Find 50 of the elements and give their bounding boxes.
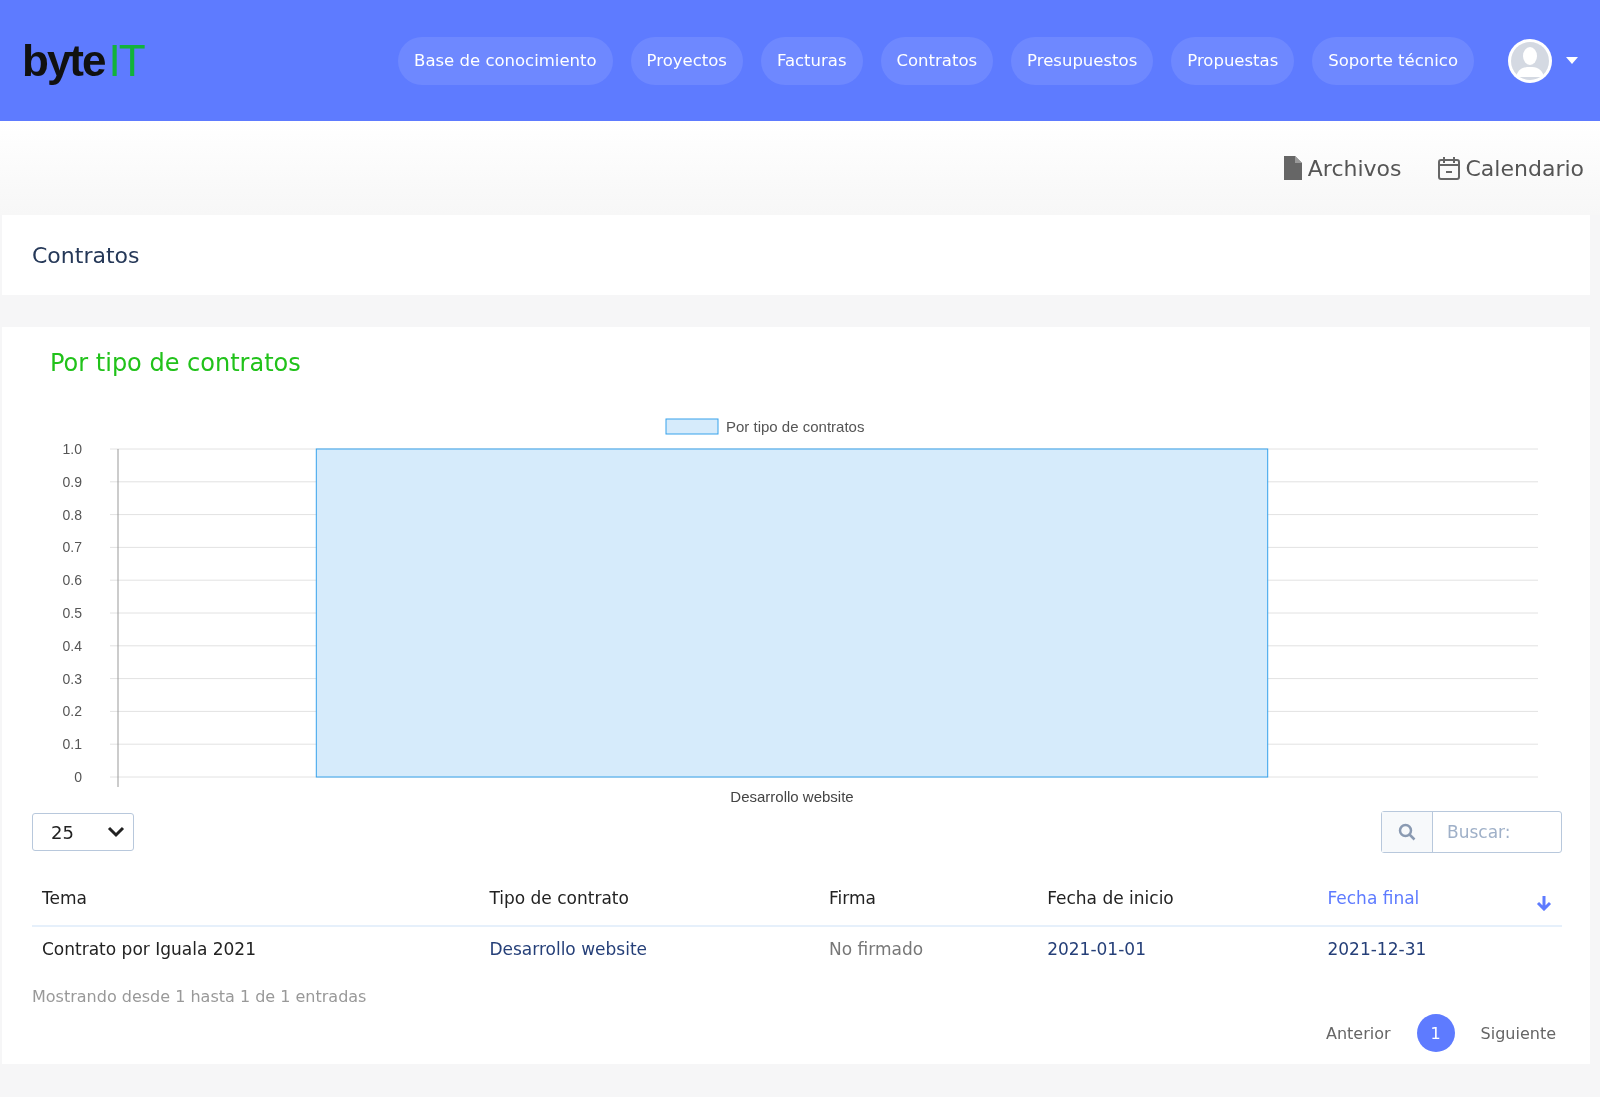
y-tick-label: 1.0: [62, 441, 82, 457]
table-link[interactable]: 2021-12-31: [1327, 939, 1427, 959]
next-button[interactable]: Siguiente: [1474, 1022, 1562, 1044]
toolbar-link[interactable]: Calendario: [1431, 154, 1590, 182]
table-info: Mostrando desde 1 hasta 1 de 1 entradas: [32, 987, 368, 1006]
nav-link[interactable]: Proyectos: [630, 36, 743, 85]
x-category-label: Desarrollo website: [730, 788, 854, 805]
nav-link[interactable]: Contratos: [880, 36, 994, 85]
y-tick-label: 0.5: [62, 605, 82, 621]
table-link[interactable]: Desarrollo website: [489, 939, 647, 959]
chart-legend: Por tipo de contratos: [665, 418, 865, 435]
y-tick-label: 0.2: [62, 703, 82, 720]
table-cell: Contrato por Iguala 2021: [42, 939, 256, 959]
chart-title: Por tipo de contratos: [50, 349, 302, 377]
search-field[interactable]: Buscar:: [1433, 812, 1561, 852]
legend-label: Por tipo de contratos: [726, 418, 865, 435]
column-header[interactable]: Fecha final: [1317, 871, 1562, 926]
y-tick-label: 0.8: [62, 506, 82, 523]
calendar-icon: [1437, 156, 1460, 180]
search-icon: [1398, 823, 1416, 841]
y-tick-label: 0.3: [62, 670, 82, 687]
y-tick-label: 0.1: [62, 736, 82, 753]
nav-link[interactable]: Facturas: [760, 36, 863, 85]
search-box[interactable]: Buscar:: [1381, 811, 1562, 853]
table-cell: No firmado: [829, 939, 924, 959]
sort-arrow-icon: [1536, 895, 1552, 911]
previous-button[interactable]: Anterior: [1319, 1022, 1397, 1044]
column-header[interactable]: Tema: [32, 871, 480, 926]
logo[interactable]: byteIT: [22, 35, 144, 86]
file-icon: [1283, 156, 1302, 180]
page-size-select[interactable]: 25: [32, 813, 134, 851]
toolbar-link[interactable]: Archivos: [1277, 154, 1408, 182]
column-header[interactable]: Fecha de inicio: [1037, 871, 1318, 926]
y-tick-label: 0.4: [62, 637, 82, 654]
avatar-icon[interactable]: [1508, 38, 1552, 83]
page-title: Contratos: [32, 242, 140, 268]
nav-link[interactable]: Propuestas: [1171, 36, 1295, 85]
table-link[interactable]: 2021-01-01: [1047, 939, 1146, 959]
column-header[interactable]: Firma: [819, 871, 1038, 926]
nav-link[interactable]: Base de conocimiento: [398, 36, 613, 85]
y-tick-label: 0: [74, 769, 82, 785]
nav-link[interactable]: Presupuestos: [1011, 36, 1154, 85]
page-button[interactable]: 1: [1416, 1014, 1455, 1052]
nav-link[interactable]: Soporte técnico: [1312, 36, 1474, 85]
column-header[interactable]: Tipo de contrato: [479, 871, 819, 926]
y-tick-label: 0.7: [62, 539, 82, 556]
y-tick-label: 0.6: [62, 572, 82, 589]
caret-icon[interactable]: [1566, 57, 1578, 64]
y-tick-label: 0.9: [62, 473, 82, 490]
chevron-down-icon: [107, 826, 125, 838]
